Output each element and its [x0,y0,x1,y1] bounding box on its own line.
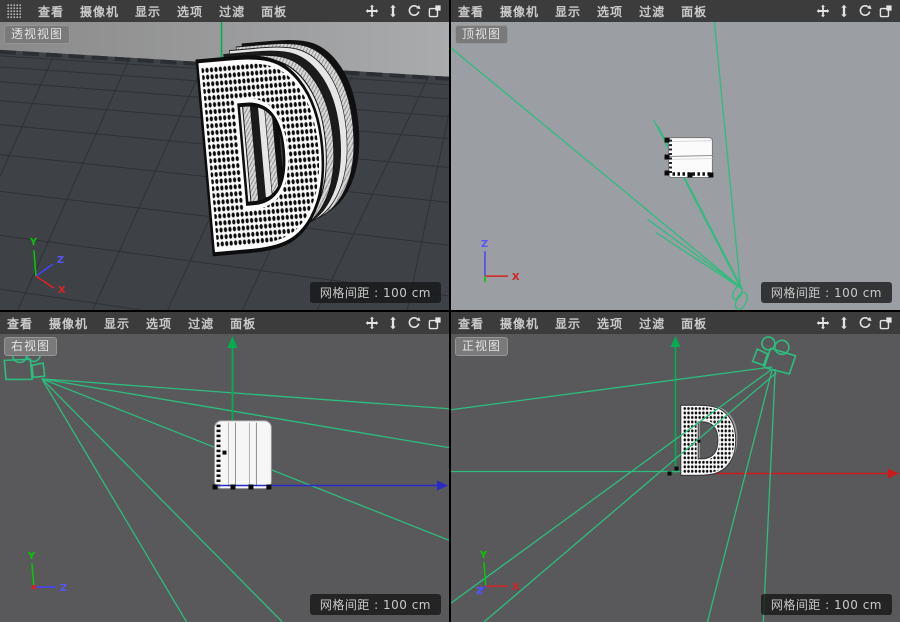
perspective-canvas[interactable]: D D D D D D D D D Y Z X [0,22,449,310]
svg-text:X: X [58,285,66,296]
toggle-view-icon[interactable] [428,4,442,18]
grid-spacing-badge: 网格间距 : 100 cm [761,282,892,303]
top-view-canvas[interactable]: Z X 顶视图 网格间距 : 100 cm [451,22,900,310]
quad-viewport-window: 查看 摄像机 显示 选项 过滤 面板 [0,0,900,622]
svg-text:D: D [676,390,739,496]
front-view-canvas[interactable]: D D D D [451,334,900,622]
grid-menu-icon[interactable] [7,4,22,19]
menu-item-view[interactable]: 查看 [458,3,484,20]
menu-item-panel[interactable]: 面板 [681,3,707,20]
rotate-view-icon[interactable] [858,316,872,330]
menu-item-view[interactable]: 查看 [458,315,484,332]
menu-item-camera[interactable]: 摄像机 [49,315,88,332]
menu-item-filter[interactable]: 过滤 [188,315,214,332]
menu-item-camera[interactable]: 摄像机 [80,3,119,20]
viewport-label: 正视图 [455,337,508,356]
zoom-view-icon[interactable] [386,4,400,18]
rotate-view-icon[interactable] [407,316,421,330]
viewport-menu-bar: 查看 摄像机 显示 选项 过滤 面板 [451,312,900,334]
viewport-nav-icons [816,4,893,18]
right-view-canvas[interactable]: Y Z 右视图 网格间距 : 100 cm [0,334,449,622]
menu-item-display[interactable]: 显示 [555,315,581,332]
rotate-view-icon[interactable] [858,4,872,18]
menu-item-view[interactable]: 查看 [38,3,64,20]
move-view-icon[interactable] [816,4,830,18]
svg-text:X: X [512,272,520,283]
viewport-label: 透视视图 [4,25,70,44]
menu-item-display[interactable]: 显示 [555,3,581,20]
svg-text:Z: Z [60,583,67,594]
grid-spacing-badge: 网格间距 : 100 cm [310,282,441,303]
move-view-icon[interactable] [816,316,830,330]
viewport-pane-right: 查看 摄像机 显示 选项 过滤 面板 [0,312,449,622]
menu-item-filter[interactable]: 过滤 [639,3,665,20]
menu-item-view[interactable]: 查看 [7,315,33,332]
zoom-view-icon[interactable] [837,316,851,330]
letter-d-object[interactable]: D D D D D D D D D [181,22,382,309]
menu-item-camera[interactable]: 摄像机 [500,315,539,332]
grid-spacing-badge: 网格间距 : 100 cm [310,594,441,615]
viewport-menu-bar: 查看 摄像机 显示 选项 过滤 面板 [0,312,449,334]
svg-text:Z: Z [57,255,64,266]
letter-d-object-front[interactable]: D D D D [676,388,742,495]
svg-text:Y: Y [29,237,38,248]
viewport-label: 顶视图 [455,25,508,44]
toggle-view-icon[interactable] [428,316,442,330]
menu-item-panel[interactable]: 面板 [261,3,287,20]
letter-d-object-side[interactable] [215,421,272,489]
menu-item-display[interactable]: 显示 [135,3,161,20]
zoom-view-icon[interactable] [386,316,400,330]
svg-text:X: X [512,582,520,593]
menu-item-filter[interactable]: 过滤 [639,315,665,332]
move-view-icon[interactable] [365,316,379,330]
grid-spacing-badge: 网格间距 : 100 cm [761,594,892,615]
viewport-menu-bar: 查看 摄像机 显示 选项 过滤 面板 [451,0,900,22]
menu-item-camera[interactable]: 摄像机 [500,3,539,20]
viewport-pane-front: 查看 摄像机 显示 选项 过滤 面板 [451,312,900,622]
menu-item-options[interactable]: 选项 [597,3,623,20]
viewport-pane-top: 查看 摄像机 显示 选项 过滤 面板 [451,0,900,310]
viewport-label: 右视图 [4,337,57,356]
menu-item-panel[interactable]: 面板 [681,315,707,332]
menu-item-options[interactable]: 选项 [177,3,203,20]
svg-text:Z: Z [481,239,488,250]
menu-item-options[interactable]: 选项 [146,315,172,332]
move-view-icon[interactable] [365,4,379,18]
menu-item-panel[interactable]: 面板 [230,315,256,332]
svg-text:Y: Y [479,550,488,561]
menu-item-display[interactable]: 显示 [104,315,130,332]
toggle-view-icon[interactable] [879,4,893,18]
viewport-nav-icons [365,316,442,330]
letter-d-object-top[interactable] [665,138,714,178]
svg-text:Z: Z [476,586,483,597]
menu-item-options[interactable]: 选项 [597,315,623,332]
viewport-nav-icons [816,316,893,330]
viewport-pane-perspective: 查看 摄像机 显示 选项 过滤 面板 [0,0,449,310]
zoom-view-icon[interactable] [837,4,851,18]
viewport-nav-icons [365,4,442,18]
rotate-view-icon[interactable] [407,4,421,18]
menu-item-filter[interactable]: 过滤 [219,3,245,20]
viewport-menu-bar: 查看 摄像机 显示 选项 过滤 面板 [0,0,449,22]
svg-text:D: D [182,22,339,309]
svg-text:Y: Y [27,551,36,562]
toggle-view-icon[interactable] [879,316,893,330]
